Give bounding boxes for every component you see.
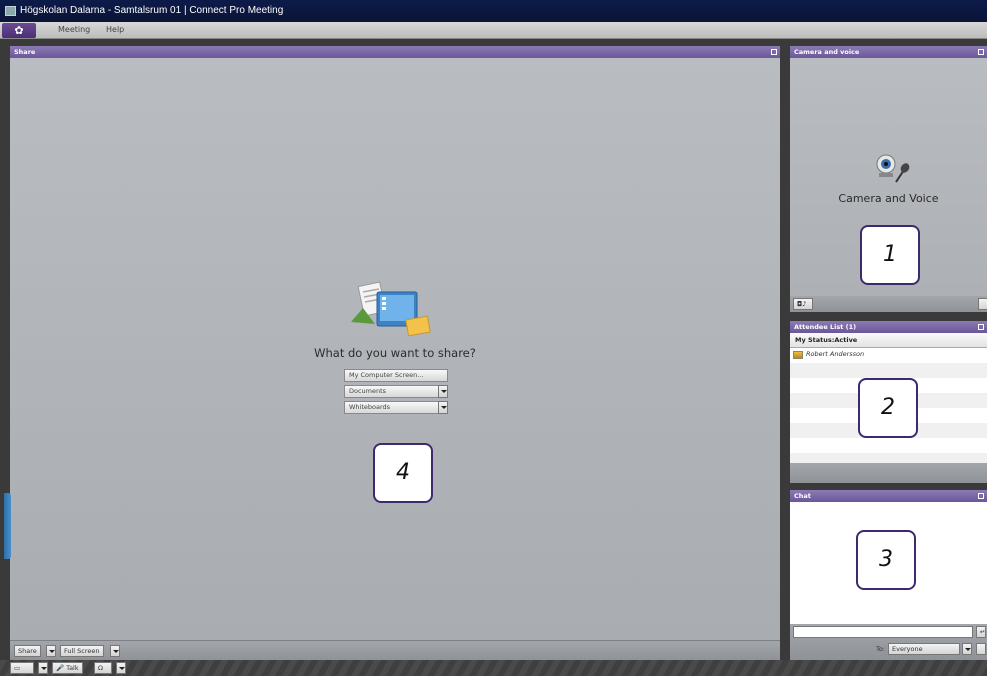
- my-status-label: My Status:Active: [795, 336, 858, 344]
- chevron-down-icon[interactable]: [38, 662, 48, 674]
- callout-4: 4: [373, 443, 433, 503]
- attendee-pod-header: Attendee List (1): [790, 321, 987, 333]
- full-screen-chevron-icon[interactable]: [110, 645, 120, 657]
- camera-settings-button[interactable]: [978, 298, 987, 310]
- share-menu-chevron-icon[interactable]: [46, 645, 56, 657]
- attendee-pod-title: Attendee List (1): [794, 323, 857, 331]
- callout-2: 2: [858, 378, 918, 438]
- chat-recipient-dropdown[interactable]: Everyone: [888, 643, 960, 655]
- callout-1: 1: [860, 225, 920, 285]
- talk-label: Talk: [66, 664, 79, 672]
- share-pod-header: Share: [10, 46, 780, 58]
- headset-button[interactable]: Ω: [94, 662, 112, 674]
- share-button[interactable]: Share: [14, 645, 41, 657]
- talk-button[interactable]: 🎤 Talk: [52, 662, 83, 674]
- host-icon: [793, 351, 803, 359]
- chat-input[interactable]: [793, 626, 973, 638]
- camera-pod-header: Camera and voice: [790, 46, 987, 58]
- chevron-down-icon[interactable]: [438, 385, 448, 398]
- maximize-icon[interactable]: [978, 49, 984, 55]
- share-my-computer-screen-button[interactable]: My Computer Screen...: [344, 369, 448, 382]
- chat-pod-header: Chat: [790, 490, 987, 502]
- chevron-down-icon[interactable]: [962, 643, 972, 655]
- chevron-down-icon[interactable]: [438, 401, 448, 414]
- share-pod-body: What do you want to share? My Computer S…: [10, 58, 780, 640]
- send-button[interactable]: ↵: [976, 626, 986, 638]
- maximize-icon[interactable]: [771, 49, 777, 55]
- camera-pod-title: Camera and voice: [794, 48, 860, 56]
- menu-bar: ✿ Meeting Help: [0, 22, 987, 39]
- share-content-icon: [351, 281, 431, 337]
- my-status-dropdown[interactable]: My Status:Active: [790, 333, 987, 348]
- share-pod: Share What do you want to share? My Comp…: [10, 46, 780, 660]
- maximize-icon[interactable]: [978, 493, 984, 499]
- share-whiteboards-dropdown[interactable]: Whiteboards: [344, 401, 448, 414]
- maximize-icon[interactable]: [978, 324, 984, 330]
- camera-voice-toggle-button[interactable]: ▭: [10, 662, 34, 674]
- connect-logo-icon[interactable]: ✿: [2, 23, 36, 38]
- list-item[interactable]: Robert Andersson: [790, 348, 987, 363]
- share-whiteboards-label: Whiteboards: [349, 403, 391, 411]
- chat-options-button[interactable]: [976, 643, 986, 655]
- bottom-toolbar: ▭ 🎤 Talk Ω: [0, 660, 987, 676]
- attendee-pod-footer: [790, 463, 987, 483]
- webcam-microphone-icon: [876, 154, 910, 183]
- camera-voice-label: Camera and Voice: [838, 192, 939, 205]
- window-titlebar: Högskolan Dalarna - Samtalsrum 01 | Conn…: [0, 0, 987, 22]
- window-title: Högskolan Dalarna - Samtalsrum 01 | Conn…: [20, 5, 284, 16]
- share-documents-label: Documents: [349, 387, 387, 395]
- chat-pod-title: Chat: [794, 492, 811, 500]
- chevron-down-icon[interactable]: [116, 662, 126, 674]
- app-icon: [5, 6, 16, 16]
- chat-to-label: To:: [876, 645, 886, 653]
- chat-footer: ↵ To: Everyone: [790, 624, 987, 660]
- camera-pod-footer: ◘♪: [790, 296, 987, 312]
- camera-start-button[interactable]: ◘♪: [793, 298, 813, 310]
- share-documents-dropdown[interactable]: Documents: [344, 385, 448, 398]
- side-panel-tab[interactable]: [4, 493, 11, 559]
- menu-help[interactable]: Help: [106, 25, 124, 34]
- full-screen-button[interactable]: Full Screen: [60, 645, 104, 657]
- share-question: What do you want to share?: [314, 346, 476, 360]
- callout-3: 3: [856, 530, 916, 590]
- share-pod-footer: Share Full Screen: [10, 640, 780, 660]
- attendee-name: Robert Andersson: [806, 350, 865, 358]
- menu-meeting[interactable]: Meeting: [58, 25, 90, 34]
- share-pod-title: Share: [14, 48, 36, 56]
